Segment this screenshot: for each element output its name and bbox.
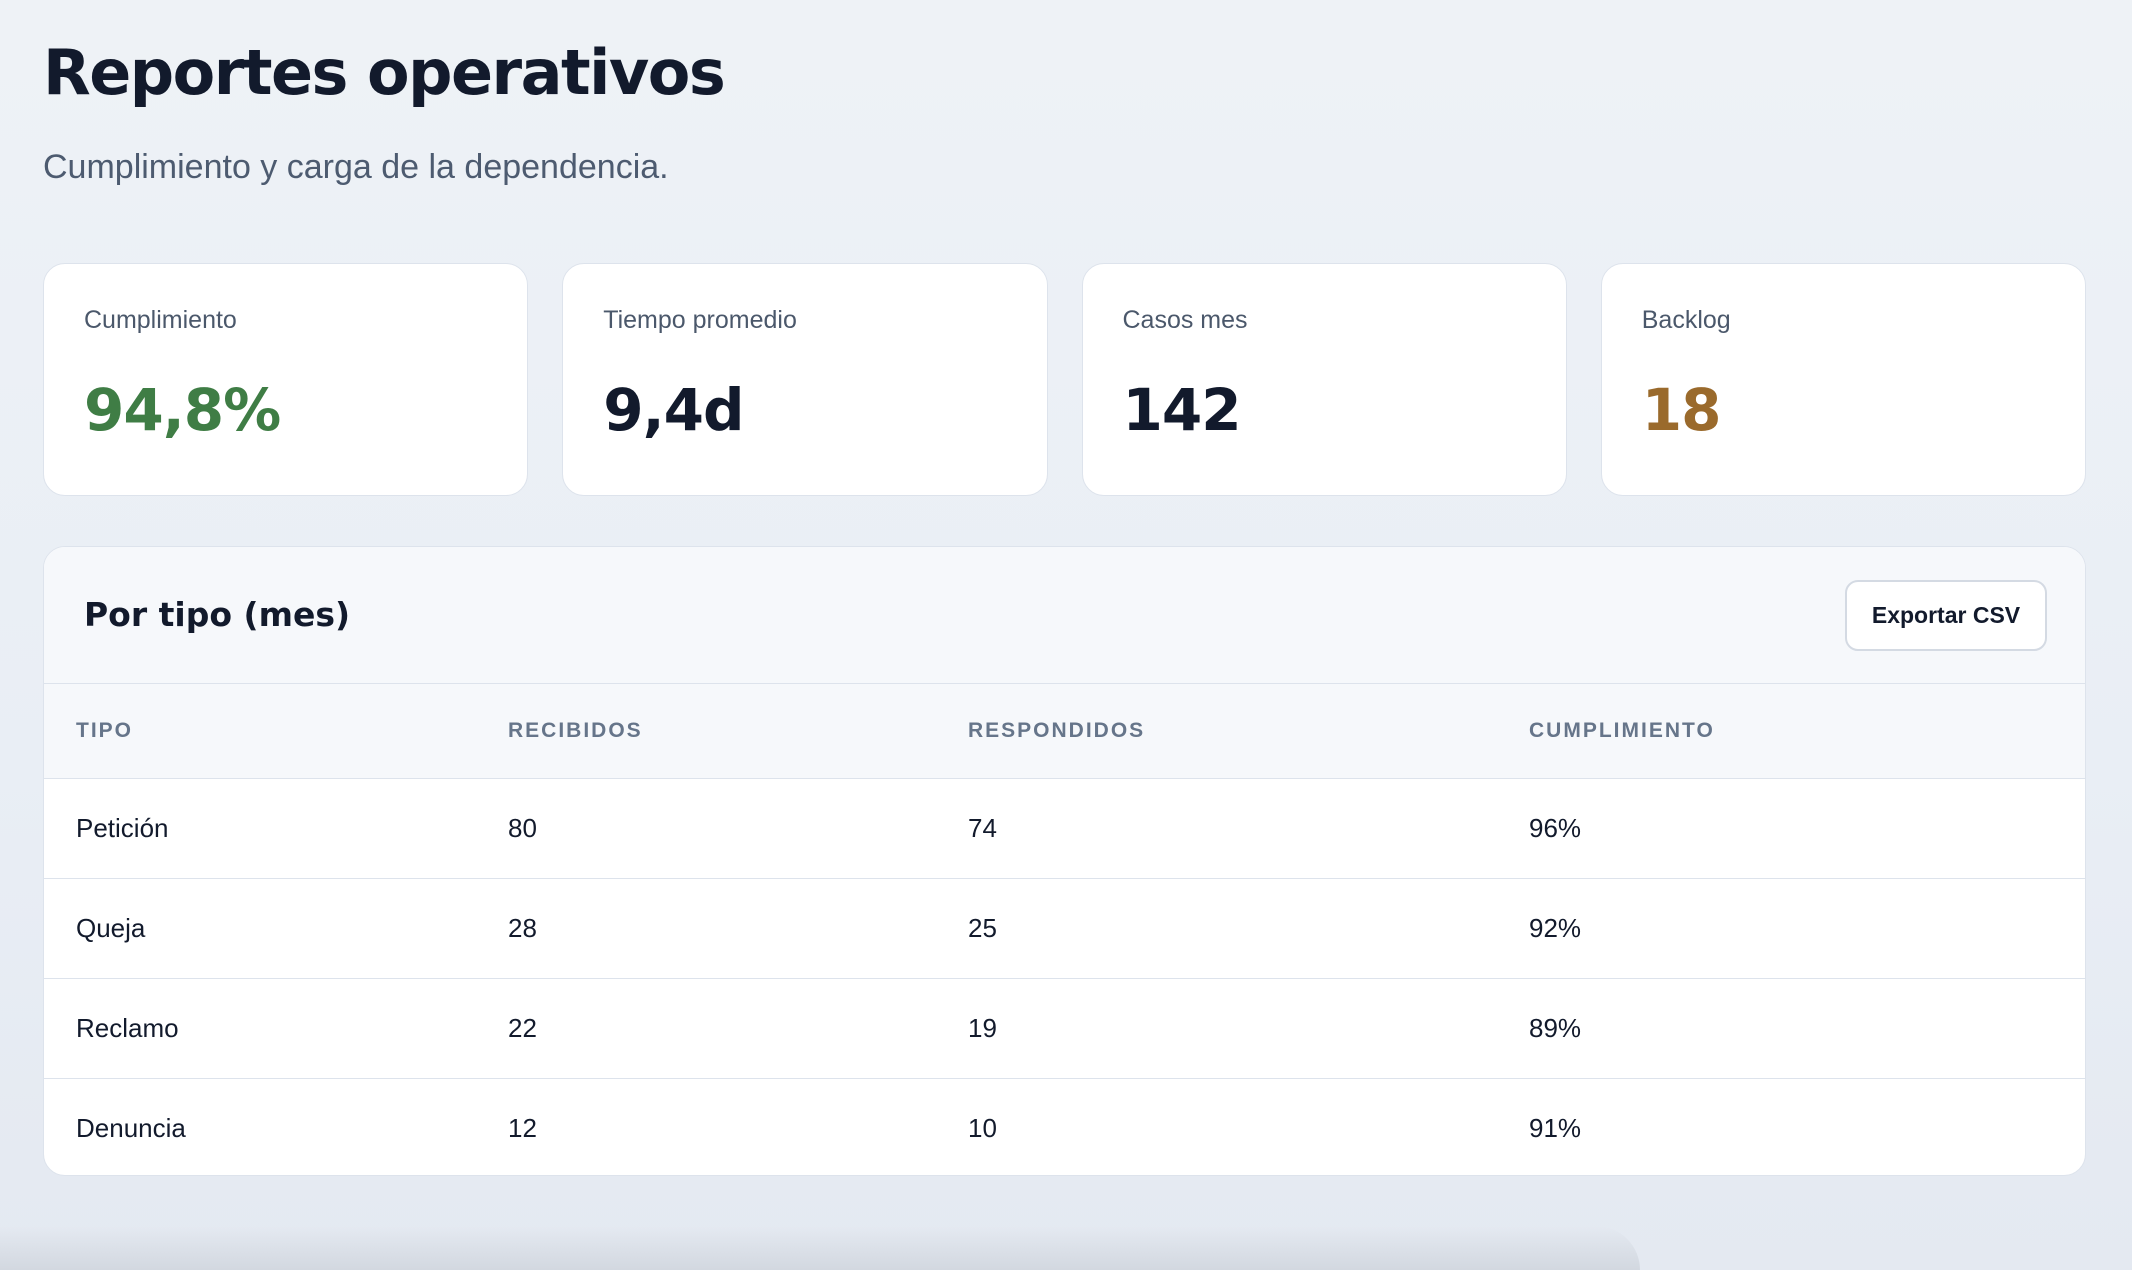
kpi-label: Casos mes — [1122, 306, 1248, 334]
kpi-value: 9,4d — [603, 376, 744, 444]
kpi-cards: Cumplimiento 94,8% Tiempo promedio 9,4d … — [43, 263, 2086, 496]
panel-title: Por tipo (mes) — [84, 595, 351, 634]
cell-cumplimiento: 89% — [1529, 978, 2085, 1079]
kpi-value: 94,8% — [84, 376, 281, 444]
kpi-label: Backlog — [1641, 306, 1731, 334]
kpi-card-tiempo-promedio: Tiempo promedio 9,4d — [562, 263, 1048, 496]
kpi-card-backlog: Backlog 18 — [1600, 263, 2086, 496]
table-header-row: TIPO RECIBIDOS RESPONDIDOS CUMPLIMIENTO — [44, 684, 2085, 779]
cell-recibidos: 28 — [508, 878, 968, 979]
page-subtitle: Cumplimiento y carga de la dependencia. — [43, 148, 669, 186]
kpi-label: Tiempo promedio — [603, 306, 797, 334]
export-csv-button[interactable]: Exportar CSV — [1845, 580, 2047, 651]
cell-respondidos: 19 — [968, 978, 1529, 1079]
bottom-shadow — [0, 1226, 1640, 1270]
cell-respondidos: 74 — [968, 778, 1529, 879]
cell-cumplimiento: 92% — [1529, 878, 2085, 979]
cell-tipo: Denuncia — [76, 1112, 186, 1143]
table-row: Denuncia 12 10 91% — [44, 1078, 2085, 1175]
kpi-value: 142 — [1122, 376, 1242, 444]
cell-recibidos: 12 — [508, 1112, 537, 1143]
kpi-label: Cumplimiento — [84, 306, 237, 334]
cell-respondidos: 25 — [968, 878, 1529, 979]
column-header-cumplimiento[interactable]: CUMPLIMIENTO — [1529, 684, 2085, 779]
report-table: TIPO RECIBIDOS RESPONDIDOS CUMPLIMIENTO … — [44, 684, 2085, 1175]
kpi-card-cumplimiento: Cumplimiento 94,8% — [43, 263, 529, 496]
cell-cumplimiento: 96% — [1529, 778, 2085, 879]
table-row: Petición 80 74 96% — [44, 778, 2085, 879]
cell-recibidos: 80 — [508, 778, 968, 879]
table-row: Reclamo 22 19 89% — [44, 978, 2085, 1079]
cell-respondidos: 10 — [968, 1112, 997, 1143]
cell-cumplimiento: 91% — [1529, 1112, 1582, 1143]
column-header-respondidos[interactable]: RESPONDIDOS — [968, 684, 1529, 779]
cell-tipo: Petición — [44, 778, 508, 879]
report-panel: Por tipo (mes) Exportar CSV TIPO RECIBID… — [43, 546, 2086, 1176]
column-header-tipo[interactable]: TIPO — [44, 684, 508, 779]
kpi-value: 18 — [1641, 376, 1722, 444]
cell-tipo: Reclamo — [44, 978, 508, 1079]
panel-header: Por tipo (mes) Exportar CSV — [44, 547, 2085, 684]
table-row: Queja 28 25 92% — [44, 878, 2085, 979]
column-header-recibidos[interactable]: RECIBIDOS — [508, 684, 968, 779]
cell-recibidos: 22 — [508, 978, 968, 1079]
page-title: Reportes operativos — [43, 36, 726, 109]
cell-tipo: Queja — [44, 878, 508, 979]
kpi-card-casos-mes: Casos mes 142 — [1081, 263, 1567, 496]
